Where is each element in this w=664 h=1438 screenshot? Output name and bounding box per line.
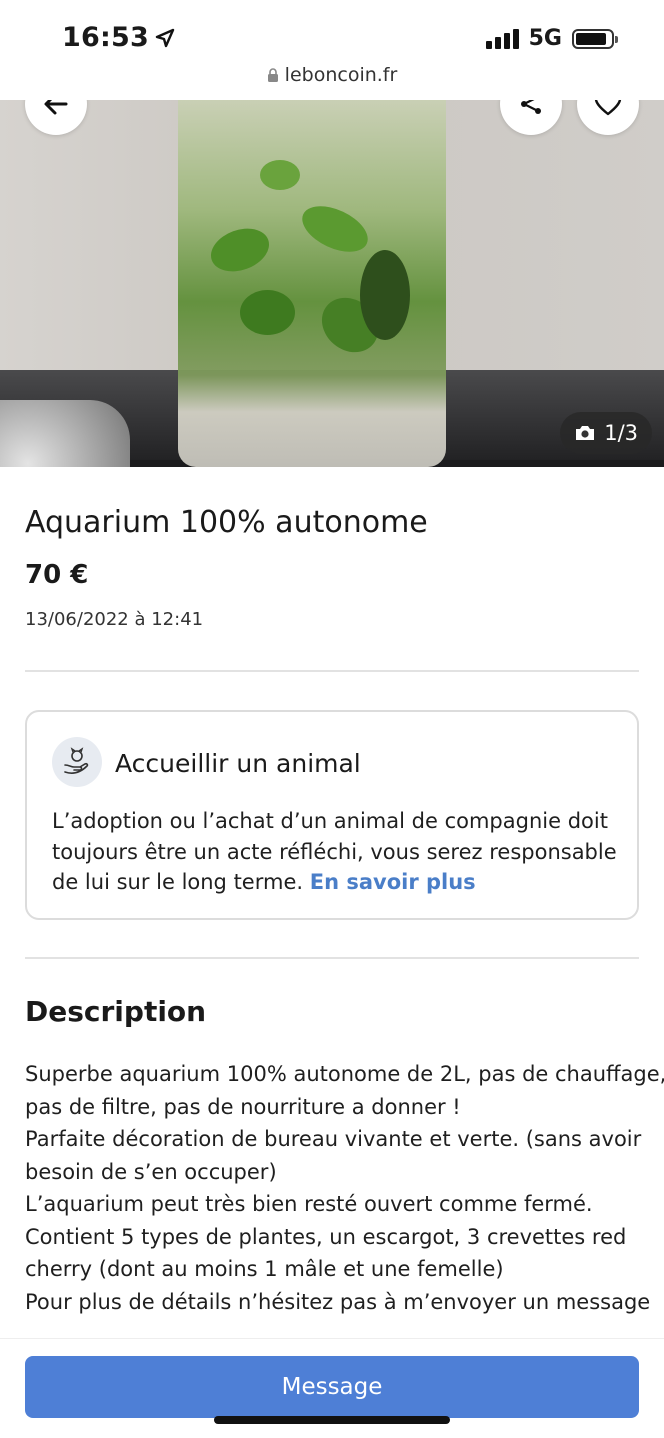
photo-counter[interactable]: 1/3	[560, 412, 652, 454]
description-line: Pour plus de détails n’hésitez pas à m’e…	[25, 1289, 651, 1314]
status-indicators: 5G	[485, 26, 618, 51]
divider	[25, 957, 639, 959]
listing-photo[interactable]	[0, 100, 664, 467]
description-text: Superbe aquarium 100% autonome de 2L, pa…	[25, 1058, 664, 1318]
listing-title: Aquarium 100% autonome	[25, 505, 428, 540]
url-text: leboncoin.fr	[284, 64, 398, 86]
time-label: 16:53	[62, 22, 149, 53]
address-bar[interactable]: leboncoin.fr	[0, 64, 664, 86]
description-line: Parfaite décoration de bureau vivante et…	[25, 1127, 642, 1151]
description-heading: Description	[25, 995, 207, 1028]
battery-icon	[572, 28, 618, 49]
description-line: L’aquarium peut très bien resté ouvert c…	[25, 1192, 593, 1216]
photo-counter-label: 1/3	[604, 421, 638, 445]
animal-notice-card: Accueillir un animal L’adoption ou l’ach…	[25, 710, 639, 920]
lock-icon	[267, 67, 278, 82]
description-line: cherry (dont au moins 1 mâle et une feme…	[25, 1257, 504, 1281]
animal-hand-icon	[52, 737, 102, 787]
description-line: Superbe aquarium 100% autonome de 2L, pa…	[25, 1062, 664, 1086]
camera-icon	[576, 426, 595, 440]
learn-more-link[interactable]: En savoir plus	[310, 870, 476, 894]
listing-date: 13/06/2022 à 12:41	[25, 609, 204, 630]
description-line: pas de filtre, pas de nourriture a donne…	[25, 1094, 461, 1119]
network-label: 5G	[528, 26, 562, 51]
description-line: besoin de s’en occuper)	[25, 1159, 277, 1184]
description-line: Contient 5 types de plantes, un escargot…	[25, 1224, 627, 1249]
location-arrow-icon	[155, 28, 175, 47]
notice-body: L’adoption ou l’achat d’un animal de com…	[52, 806, 622, 898]
home-indicator[interactable]	[214, 1416, 450, 1424]
status-bar: 16:53 5G leboncoin.fr	[0, 0, 664, 100]
listing-price: 70 €	[25, 560, 89, 590]
notice-title: Accueillir un animal	[115, 749, 361, 778]
message-button[interactable]: Message	[25, 1356, 639, 1418]
divider	[25, 670, 639, 672]
status-time: 16:53	[62, 22, 175, 53]
signal-icon	[485, 28, 519, 49]
